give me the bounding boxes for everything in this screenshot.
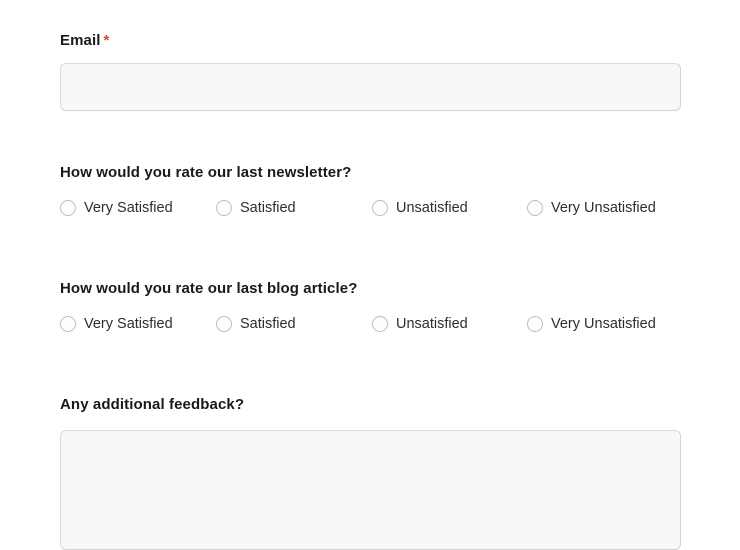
radio-option-blog-very-satisfied[interactable]: Very Satisfied	[60, 312, 173, 336]
radio-option-newsletter-satisfied[interactable]: Satisfied	[216, 196, 296, 220]
radio-circle-icon[interactable]	[216, 316, 232, 332]
email-input[interactable]	[60, 63, 681, 111]
question-newsletter-options: Very Satisfied Satisfied Unsatisfied Ver…	[60, 196, 681, 220]
radio-option-blog-satisfied[interactable]: Satisfied	[216, 312, 296, 336]
email-field-group: Email *	[60, 32, 681, 111]
radio-option-label: Unsatisfied	[396, 316, 468, 332]
question-newsletter-label: How would you rate our last newsletter?	[60, 164, 352, 181]
radio-circle-icon[interactable]	[527, 200, 543, 216]
radio-option-label: Satisfied	[240, 200, 296, 216]
question-blog-label: How would you rate our last blog article…	[60, 280, 358, 297]
radio-circle-icon[interactable]	[527, 316, 543, 332]
question-blog-group: How would you rate our last blog article…	[60, 280, 681, 336]
feedback-label: Any additional feedback?	[60, 396, 245, 413]
radio-option-newsletter-very-satisfied[interactable]: Very Satisfied	[60, 196, 173, 220]
radio-option-label: Very Unsatisfied	[551, 316, 656, 332]
radio-option-label: Very Unsatisfied	[551, 200, 656, 216]
radio-option-label: Satisfied	[240, 316, 296, 332]
email-label: Email *	[60, 32, 681, 50]
radio-circle-icon[interactable]	[60, 200, 76, 216]
feedback-field-group: Any additional feedback?	[60, 396, 681, 550]
radio-option-label: Very Satisfied	[84, 200, 173, 216]
radio-option-label: Unsatisfied	[396, 200, 468, 216]
email-label-text: Email	[60, 32, 101, 49]
radio-option-newsletter-very-unsatisfied[interactable]: Very Unsatisfied	[527, 196, 656, 220]
radio-option-newsletter-unsatisfied[interactable]: Unsatisfied	[372, 196, 468, 220]
radio-circle-icon[interactable]	[372, 200, 388, 216]
radio-circle-icon[interactable]	[216, 200, 232, 216]
feedback-textarea[interactable]	[60, 430, 681, 550]
question-newsletter-group: How would you rate our last newsletter? …	[60, 164, 681, 220]
required-asterisk-icon: *	[103, 32, 110, 49]
radio-option-label: Very Satisfied	[84, 316, 173, 332]
question-blog-options: Very Satisfied Satisfied Unsatisfied Ver…	[60, 312, 681, 336]
radio-option-blog-unsatisfied[interactable]: Unsatisfied	[372, 312, 468, 336]
radio-option-blog-very-unsatisfied[interactable]: Very Unsatisfied	[527, 312, 656, 336]
radio-circle-icon[interactable]	[60, 316, 76, 332]
radio-circle-icon[interactable]	[372, 316, 388, 332]
